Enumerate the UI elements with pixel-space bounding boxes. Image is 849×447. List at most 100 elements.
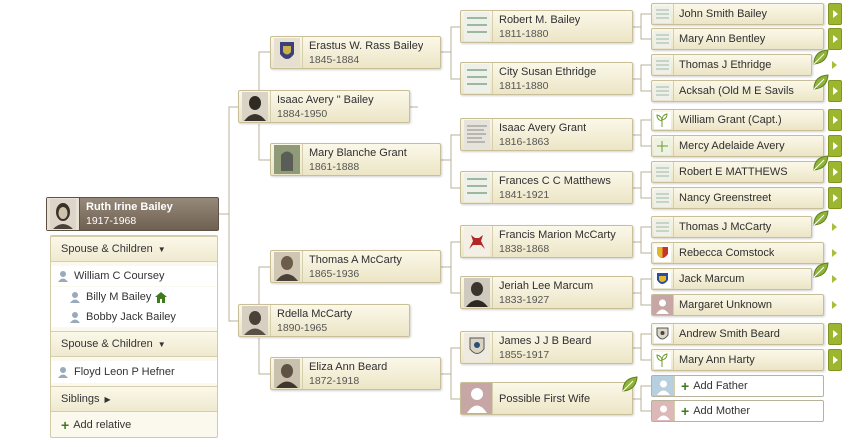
sprout-icon [652,110,674,130]
person-name: Andrew Smith Beard [679,328,780,340]
document-thumbnail [461,172,493,203]
mother-card[interactable]: Rdella McCarty 1890-1965 [238,304,410,337]
ancestor-card[interactable]: Jack Marcum [651,268,812,290]
person-name: Mercy Adelaide Avery [679,140,785,152]
expand-ancestors-button[interactable] [828,28,842,50]
ancestor-card[interactable]: Rebecca Comstock [651,242,824,264]
person-name: Erastus W. Rass Bailey [309,39,424,52]
record-hint-leaf-icon[interactable] [812,261,830,279]
child-name: Bobby Jack Bailey [86,311,176,323]
person-name: Thomas J Ethridge [679,59,772,71]
expand-arrow-icon[interactable] [832,61,837,69]
expand-arrow-icon[interactable] [832,301,837,309]
add-father-button[interactable]: + Add Father [651,375,824,397]
grandparent-card[interactable]: Erastus W. Rass Bailey 1845-1884 [270,36,441,69]
female-silhouette-icon [652,401,675,421]
focus-person-dates: 1917-1968 [86,215,137,227]
spouse-item[interactable]: William C Coursey [51,266,217,286]
person-dates: 1865-1936 [309,267,360,280]
expand-ancestors-button[interactable] [828,109,842,131]
focus-person-card[interactable]: Ruth Irine Bailey 1917-1968 [46,197,219,231]
person-name: Acksah (Old M E Savils [679,85,794,97]
ancestor-card[interactable]: Mary Ann Bentley [651,28,824,50]
child-item[interactable]: Billy M Bailey [51,287,217,307]
document-thumbnail [652,188,674,208]
siblings-toggle[interactable]: Siblings ▶ [51,386,217,412]
caret-down-icon: ▼ [157,244,166,254]
person-icon [58,367,68,378]
expand-arrow-icon[interactable] [832,249,837,257]
spouse-name: Floyd Leon P Hefner [74,366,175,378]
add-mother-button[interactable]: + Add Mother [651,400,824,422]
expand-arrow-icon[interactable] [832,223,837,231]
spouse-name: William C Coursey [74,270,165,282]
document-thumbnail [652,29,674,49]
person-photo [239,91,271,122]
expand-ancestors-button[interactable] [828,3,842,25]
add-relative-label: Add relative [73,419,132,431]
ancestor-card[interactable]: Thomas J Ethridge [651,54,812,76]
siblings-label: Siblings [61,393,100,405]
father-card[interactable]: Isaac Avery " Bailey 1884-1950 [238,90,410,123]
ancestor-card[interactable]: Andrew Smith Beard [651,323,824,345]
spouse-item[interactable]: Floyd Leon P Hefner [51,361,217,383]
expand-ancestors-button[interactable] [828,349,842,371]
coat-of-arms-icon [652,243,674,263]
expand-ancestors-button[interactable] [828,135,842,157]
person-name: Mary Blanche Grant [309,146,407,159]
document-thumbnail [652,55,674,75]
grandparent-card[interactable]: Thomas A McCarty 1865-1936 [270,250,441,283]
ancestor-card[interactable]: Mercy Adelaide Avery [651,135,824,157]
person-dates: 1833-1927 [499,293,550,306]
expand-ancestors-button[interactable] [828,161,842,183]
female-silhouette-icon [652,295,674,315]
child-item[interactable]: Bobby Jack Bailey [51,307,217,327]
ancestor-card[interactable]: William Grant (Capt.) [651,109,824,131]
focus-person-name: Ruth Irine Bailey [86,201,173,213]
person-dates: 1811-1880 [499,27,549,40]
great-grandparent-card[interactable]: Frances C C Matthews 1841-1921 [460,171,633,204]
person-photo [271,358,303,389]
person-dates: 1816-1863 [499,135,550,148]
great-grandparent-card[interactable]: City Susan Ethridge 1811-1880 [460,62,633,95]
expand-ancestors-button[interactable] [828,80,842,102]
great-grandparent-card[interactable]: Francis Marion McCarty 1838-1868 [460,225,633,258]
great-grandparent-card[interactable]: Robert M. Bailey 1811-1880 [460,10,633,43]
great-grandparent-card[interactable]: James J J B Beard 1855-1917 [460,331,633,364]
record-hint-leaf-icon[interactable] [621,375,639,393]
great-grandparent-card[interactable]: Jeriah Lee Marcum 1833-1927 [460,276,633,309]
deer-crest-icon [461,226,493,257]
ancestor-card[interactable]: Mary Ann Harty [651,349,824,371]
expand-ancestors-button[interactable] [828,323,842,345]
person-name: Eliza Ann Beard [309,360,388,373]
person-name: Frances C C Matthews [499,174,611,187]
ancestor-card[interactable]: Acksah (Old M E Savils [651,80,824,102]
document-thumbnail [461,63,493,94]
ancestor-card[interactable]: Margaret Unknown [651,294,824,316]
person-photo [461,277,493,308]
person-name: City Susan Ethridge [499,65,597,78]
great-grandparent-card[interactable]: Possible First Wife [460,382,633,415]
person-name: Francis Marion McCarty [499,228,616,241]
record-hint-leaf-icon[interactable] [812,209,830,227]
ancestor-card[interactable]: Thomas J McCarty [651,216,812,238]
person-icon [70,312,80,323]
grandparent-card[interactable]: Eliza Ann Beard 1872-1918 [270,357,441,390]
person-photo [239,305,271,336]
record-hint-leaf-icon[interactable] [812,48,830,66]
add-relative-button[interactable]: + Add relative [51,414,217,436]
document-thumbnail [461,119,493,150]
expand-arrow-icon[interactable] [832,275,837,283]
ancestor-card[interactable]: Robert E MATTHEWS [651,161,824,183]
relatives-panel: Spouse & Children ▼ William C Coursey Bi… [50,235,218,438]
document-thumbnail [652,162,674,182]
ancestor-card[interactable]: John Smith Bailey [651,3,824,25]
sprout-icon [652,350,674,370]
great-grandparent-card[interactable]: Isaac Avery Grant 1816-1863 [460,118,633,151]
spouse-children-toggle-2[interactable]: Spouse & Children ▼ [51,331,217,357]
spouse-children-toggle-1[interactable]: Spouse & Children ▼ [51,236,217,262]
expand-ancestors-button[interactable] [828,187,842,209]
ancestor-card[interactable]: Nancy Greenstreet [651,187,824,209]
person-dates: 1861-1888 [309,160,360,173]
grandparent-card[interactable]: Mary Blanche Grant 1861-1888 [270,143,441,176]
